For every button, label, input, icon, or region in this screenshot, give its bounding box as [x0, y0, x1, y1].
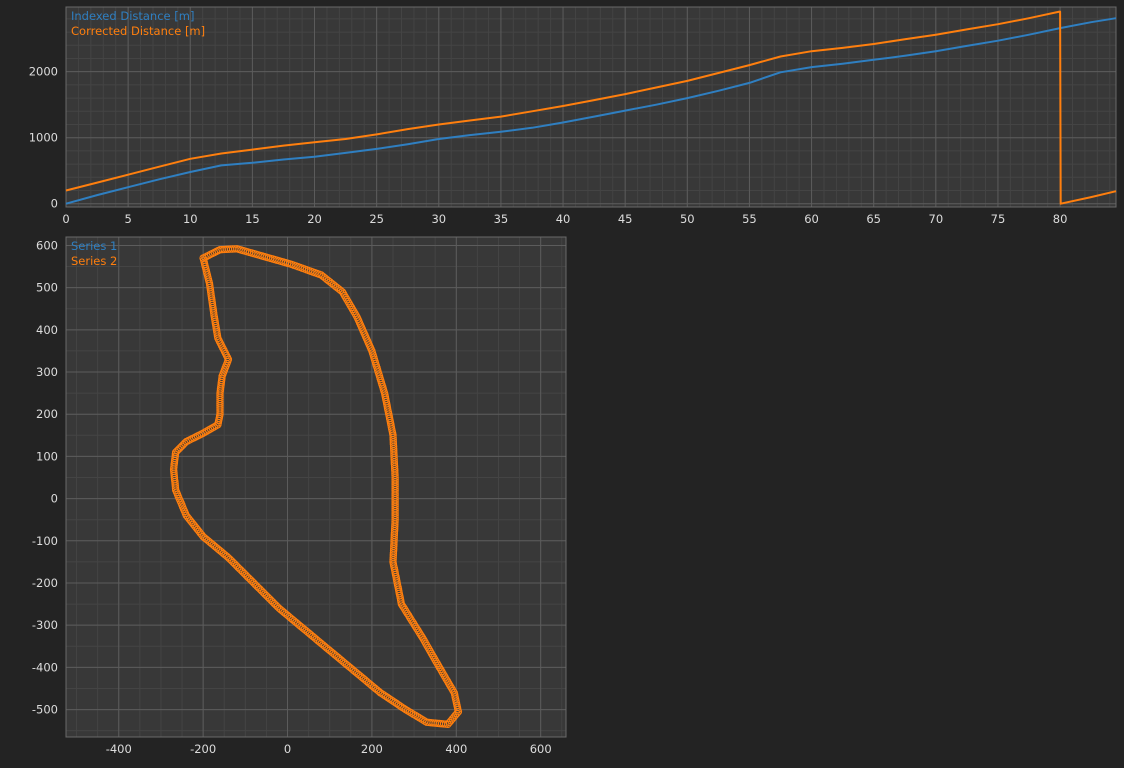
y-tick-label: -200 — [32, 576, 58, 590]
track-scatter-chart[interactable]: -400 -200 0 200 400 600 -500 -400 -300 -200 -100 0 1… — [0, 0, 580, 768]
y-tick-label: -300 — [32, 618, 58, 632]
plot-area — [66, 237, 566, 737]
y-tick-label: 400 — [36, 323, 58, 337]
x-tick-label: 55 — [742, 212, 757, 226]
x-tick-label: 200 — [361, 742, 383, 756]
y-tick-label: 100 — [36, 449, 58, 463]
x-tick-label: -200 — [190, 742, 216, 756]
y-tick-label: 0 — [51, 492, 58, 506]
x-tick-label: 70 — [929, 212, 944, 226]
x-tick-label: 50 — [680, 212, 695, 226]
x-tick-label: -400 — [106, 742, 132, 756]
y-tick-label: -400 — [32, 660, 58, 674]
y-tick-label: 600 — [36, 238, 58, 252]
x-tick-label: 75 — [991, 212, 1006, 226]
x-tick-label: 60 — [804, 212, 819, 226]
x-tick-label: 65 — [866, 212, 881, 226]
y-tick-label: 500 — [36, 281, 58, 295]
x-tick-label: 80 — [1053, 212, 1068, 226]
legend-entry-0: Series 1 — [71, 239, 117, 253]
x-tick-label: 400 — [445, 742, 467, 756]
x-tick-label: 600 — [530, 742, 552, 756]
y-tick-label: -500 — [32, 703, 58, 717]
x-tick-label: 45 — [618, 212, 633, 226]
y-tick-label: -100 — [32, 534, 58, 548]
y-tick-label: 200 — [36, 407, 58, 421]
x-tick-label: 0 — [284, 742, 291, 756]
y-tick-label: 300 — [36, 365, 58, 379]
chart-canvas: 0 5 10 15 20 25 30 35 40 45 50 55 60 65 70 75 80 0 1000 200… — [0, 0, 1124, 768]
legend-entry-1: Series 2 — [71, 254, 117, 268]
